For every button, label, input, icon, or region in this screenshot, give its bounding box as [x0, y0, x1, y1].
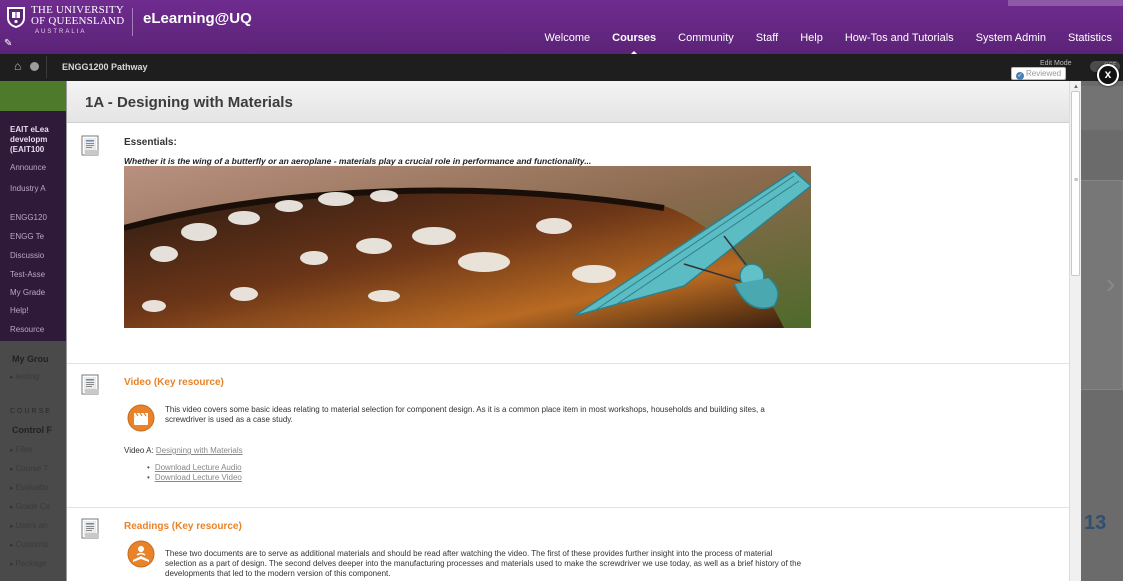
course-management-label: COURSE: [10, 408, 52, 415]
quick-edit-icon[interactable]: ✎: [4, 38, 12, 49]
document-icon: [81, 374, 99, 395]
breadcrumb-divider: [46, 56, 47, 78]
lightbox-header: 1A - Designing with Materials: [67, 81, 1069, 123]
nav-system-admin[interactable]: System Admin: [965, 32, 1057, 54]
control-panel-item[interactable]: Course T: [10, 464, 48, 473]
nav-statistics[interactable]: Statistics: [1057, 32, 1123, 54]
reviewed-button[interactable]: ✓ Reviewed: [1011, 67, 1067, 80]
background-number: 13: [1084, 512, 1107, 534]
header-divider: [132, 8, 133, 36]
course-menu: EAIT eLea developm (EAIT100 Announce Indu…: [0, 111, 66, 581]
crest-icon: [7, 7, 25, 28]
breadcrumb[interactable]: ENGG1200 Pathway: [62, 62, 148, 72]
main-nav: Welcome Courses Community Staff Help How-Tos …: [533, 32, 1123, 58]
course-menu-title[interactable]: EAIT eLea developm (EAIT100: [10, 125, 49, 155]
top-header: THE UNIVERSITY OF QUEENSLAND AUSTRALIA ✎…: [0, 0, 1123, 58]
readings-description: These two documents are to serve as addi…: [165, 549, 802, 578]
video-link-line: Video A: Designing with Materials: [124, 446, 243, 455]
my-groups-title[interactable]: My Grou: [12, 354, 49, 364]
download-lecture-video-link[interactable]: Download Lecture Video: [147, 473, 242, 483]
nav-how-tos-and-tutorials[interactable]: How-Tos and Tutorials: [834, 32, 965, 54]
my-groups-item[interactable]: testing: [10, 372, 39, 381]
nav-welcome[interactable]: Welcome: [533, 32, 601, 54]
essentials-subtitle: Whether it is the wing of a butterfly or…: [124, 156, 592, 166]
chevron-right-icon: ›: [1106, 268, 1116, 299]
background-card: [1078, 180, 1123, 390]
video-description: This video covers some basic ideas relat…: [165, 405, 765, 424]
video-section: Video (Key resource) This video covers s…: [67, 364, 1069, 508]
course-menu-item[interactable]: Resource: [10, 325, 44, 334]
control-panel-title[interactable]: Control F: [12, 425, 52, 435]
nav-community[interactable]: Community: [667, 32, 745, 54]
scroll-grip-icon: ≡: [1073, 177, 1079, 184]
lightbox-title: 1A - Designing with Materials: [85, 94, 293, 111]
essentials-title: Essentials:: [124, 137, 177, 148]
close-button[interactable]: x: [1097, 64, 1119, 86]
download-list: Download Lecture Audio Download Lecture …: [147, 463, 242, 483]
video-section-title: Video (Key resource): [124, 377, 224, 388]
control-panel-item[interactable]: Grade Ce: [10, 502, 50, 511]
control-panel-item[interactable]: Users an: [10, 521, 47, 530]
readings-section: Readings (Key resource) These two docume…: [67, 508, 1069, 581]
control-panel-item[interactable]: Evaluatio: [10, 483, 48, 492]
control-panel-item[interactable]: Files: [10, 445, 32, 454]
app-name[interactable]: eLearning@UQ: [143, 10, 252, 27]
course-menu-item[interactable]: ENGG Te: [10, 232, 44, 241]
edit-mode-label: Edit Mode: [1040, 60, 1072, 67]
reviewed-label: Reviewed: [1026, 69, 1062, 78]
check-icon: ✓: [1016, 72, 1024, 80]
lightbox-scrollbar[interactable]: ▲ ≡: [1069, 81, 1081, 581]
course-menu-item[interactable]: Industry A: [10, 184, 46, 193]
course-menu-item[interactable]: Help!: [10, 306, 29, 315]
course-menu-item[interactable]: Announce: [10, 163, 46, 172]
course-menu-item[interactable]: My Grade: [10, 288, 45, 297]
content-lightbox: 1A - Designing with Materials Essentials…: [66, 81, 1069, 581]
video-link-prefix: Video A:: [124, 446, 154, 455]
course-menu-item[interactable]: Test-Asse: [10, 270, 45, 279]
readings-section-title: Readings (Key resource): [124, 521, 242, 532]
control-panel-item[interactable]: Package: [10, 559, 46, 568]
course-banner-strip: [0, 81, 66, 111]
uq-logo[interactable]: THE UNIVERSITY OF QUEENSLAND AUSTRALIA: [4, 3, 124, 49]
menu-toggle-icon[interactable]: [30, 62, 39, 71]
nav-help[interactable]: Help: [789, 32, 834, 54]
scrollbar-thumb[interactable]: ≡: [1071, 91, 1080, 276]
course-menu-item[interactable]: Discussio: [10, 251, 44, 260]
video-link[interactable]: Designing with Materials: [156, 446, 243, 455]
nav-staff[interactable]: Staff: [745, 32, 789, 54]
university-country: AUSTRALIA: [35, 29, 87, 35]
video-clapper-icon: [127, 404, 155, 432]
nav-courses[interactable]: Courses: [601, 32, 667, 58]
course-menu-item[interactable]: ENGG120: [10, 213, 47, 222]
control-panel-item[interactable]: Customiz: [10, 540, 48, 549]
university-name-line2: OF QUEENSLAND: [31, 15, 125, 27]
download-lecture-audio-link[interactable]: Download Lecture Audio: [147, 463, 242, 473]
reader-icon: [127, 540, 155, 568]
home-icon[interactable]: ⌂: [14, 60, 26, 72]
butterfly-hangglider-banner: [124, 166, 811, 328]
document-icon: [81, 135, 99, 156]
top-right-controls[interactable]: [1008, 0, 1123, 6]
breadcrumb-bar: ⌂ ENGG1200 Pathway: [0, 54, 1123, 81]
document-icon: [81, 518, 99, 539]
